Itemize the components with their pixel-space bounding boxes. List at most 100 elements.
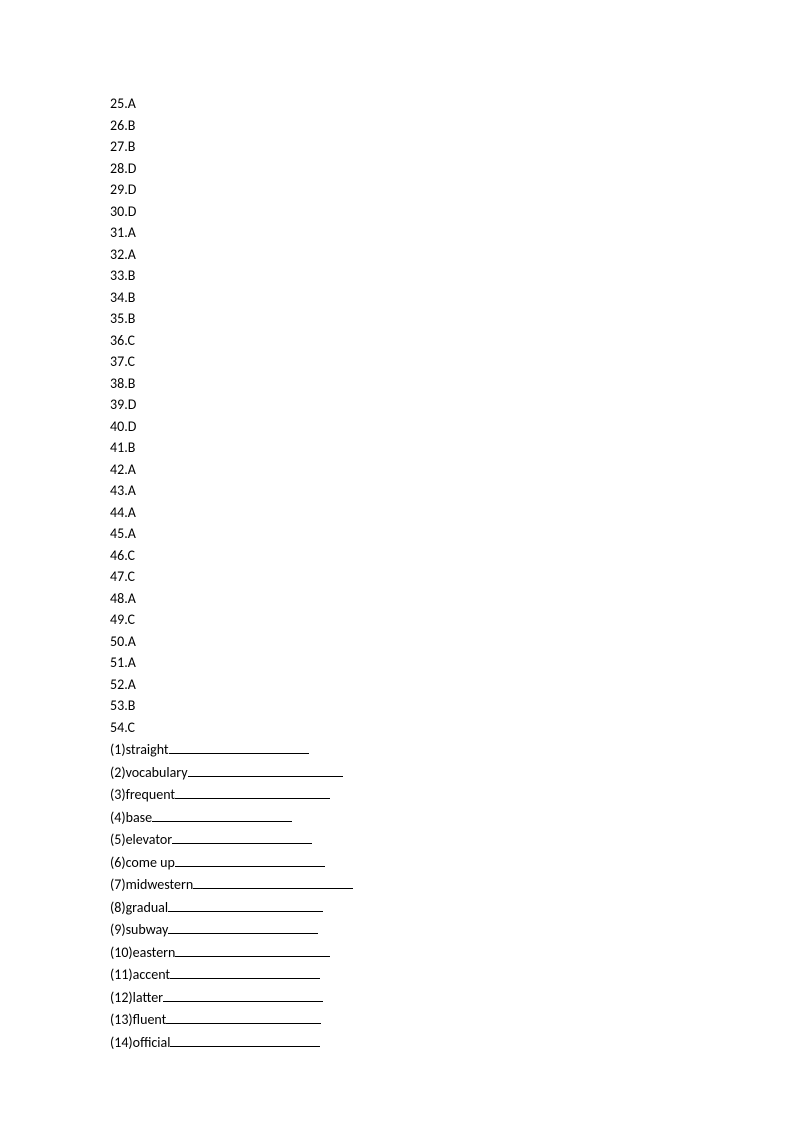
answer-text: 36.C <box>110 332 135 349</box>
blank-label: (12)latter <box>110 989 163 1006</box>
answer-line: 46.C <box>110 545 794 567</box>
answer-line: 29.D <box>110 179 794 201</box>
answer-line: 50.A <box>110 631 794 653</box>
answer-line: 47.C <box>110 566 794 588</box>
answer-text: 54.C <box>110 719 135 736</box>
answer-line: 32.A <box>110 244 794 266</box>
answer-text: 53.B <box>110 697 135 714</box>
blank-underline <box>175 941 330 957</box>
answer-line: 40.D <box>110 416 794 438</box>
blank-line: (8)gradual <box>110 896 794 919</box>
answer-line: 27.B <box>110 136 794 158</box>
blank-label: (3)frequent <box>110 786 175 803</box>
document-body: 25.A 26.B 27.B 28.D 29.D 30.D 31.A 32.A 33.B 34.B… <box>110 93 794 1053</box>
answer-line: 34.B <box>110 287 794 309</box>
answer-line: 37.C <box>110 351 794 373</box>
answer-line: 53.B <box>110 695 794 717</box>
answer-line: 42.A <box>110 459 794 481</box>
answer-line: 51.A <box>110 652 794 674</box>
blank-underline <box>169 738 309 754</box>
blank-underline <box>175 851 325 867</box>
blank-line: (2)vocabulary <box>110 761 794 784</box>
answer-line: 49.C <box>110 609 794 631</box>
answer-text: 42.A <box>110 461 136 478</box>
blank-underline <box>188 761 343 777</box>
blank-underline <box>166 1008 321 1024</box>
blank-label: (6)come up <box>110 854 175 871</box>
blank-line: (9)subway <box>110 918 794 941</box>
answer-text: 39.D <box>110 396 136 413</box>
answer-text: 40.D <box>110 418 136 435</box>
answer-text: 34.B <box>110 289 135 306</box>
answer-text: 38.B <box>110 375 135 392</box>
answer-text: 33.B <box>110 267 135 284</box>
answer-line: 31.A <box>110 222 794 244</box>
blank-line: (14)official <box>110 1031 794 1054</box>
blank-underline <box>172 828 312 844</box>
answer-text: 27.B <box>110 138 135 155</box>
blank-underline <box>152 806 292 822</box>
answer-text: 37.C <box>110 353 135 370</box>
blank-underline <box>170 1031 320 1047</box>
answer-line: 25.A <box>110 93 794 115</box>
answer-text: 43.A <box>110 482 136 499</box>
answer-line: 33.B <box>110 265 794 287</box>
blank-label: (9)subway <box>110 921 168 938</box>
blank-underline <box>168 896 323 912</box>
blank-line: (12)latter <box>110 986 794 1009</box>
answer-text: 50.A <box>110 633 136 650</box>
blank-line: (6)come up <box>110 851 794 874</box>
answer-line: 26.B <box>110 115 794 137</box>
answer-text: 32.A <box>110 246 136 263</box>
answer-line: 30.D <box>110 201 794 223</box>
answer-text: 30.D <box>110 203 136 220</box>
blank-underline <box>168 918 318 934</box>
blank-line: (3)frequent <box>110 783 794 806</box>
blank-label: (1)straight <box>110 741 169 758</box>
answer-line: 28.D <box>110 158 794 180</box>
answer-line: 41.B <box>110 437 794 459</box>
blank-label: (13)fluent <box>110 1011 166 1028</box>
answer-text: 31.A <box>110 224 136 241</box>
answer-line: 48.A <box>110 588 794 610</box>
blank-line: (7)midwestern <box>110 873 794 896</box>
answer-text: 51.A <box>110 654 136 671</box>
blank-underline <box>170 963 320 979</box>
answer-line: 43.A <box>110 480 794 502</box>
blank-label: (8)gradual <box>110 899 168 916</box>
answer-text: 44.A <box>110 504 136 521</box>
answer-line: 39.D <box>110 394 794 416</box>
answer-text: 41.B <box>110 439 135 456</box>
blank-line: (10)eastern <box>110 941 794 964</box>
answer-line: 36.C <box>110 330 794 352</box>
answer-text: 49.C <box>110 611 135 628</box>
blank-line: (4)base <box>110 806 794 829</box>
answer-line: 54.C <box>110 717 794 739</box>
blank-line: (13)fluent <box>110 1008 794 1031</box>
blank-label: (4)base <box>110 809 152 826</box>
blank-label: (14)official <box>110 1034 170 1051</box>
blank-underline <box>163 986 323 1002</box>
answer-text: 47.C <box>110 568 135 585</box>
blank-line: (1)straight <box>110 738 794 761</box>
answer-line: 45.A <box>110 523 794 545</box>
blank-underline <box>175 783 330 799</box>
blank-label: (5)elevator <box>110 831 172 848</box>
answer-line: 44.A <box>110 502 794 524</box>
answer-text: 26.B <box>110 117 135 134</box>
blank-label: (2)vocabulary <box>110 764 188 781</box>
answer-text: 48.A <box>110 590 136 607</box>
answer-text: 45.A <box>110 525 136 542</box>
answer-text: 28.D <box>110 160 136 177</box>
answer-text: 29.D <box>110 181 136 198</box>
blank-underline <box>193 873 353 889</box>
blank-line: (5)elevator <box>110 828 794 851</box>
blank-label: (11)accent <box>110 966 170 983</box>
answer-line: 35.B <box>110 308 794 330</box>
answer-line: 38.B <box>110 373 794 395</box>
blank-label: (10)eastern <box>110 944 175 961</box>
answer-line: 52.A <box>110 674 794 696</box>
blank-label: (7)midwestern <box>110 876 193 893</box>
answer-text: 52.A <box>110 676 136 693</box>
answer-text: 25.A <box>110 95 136 112</box>
